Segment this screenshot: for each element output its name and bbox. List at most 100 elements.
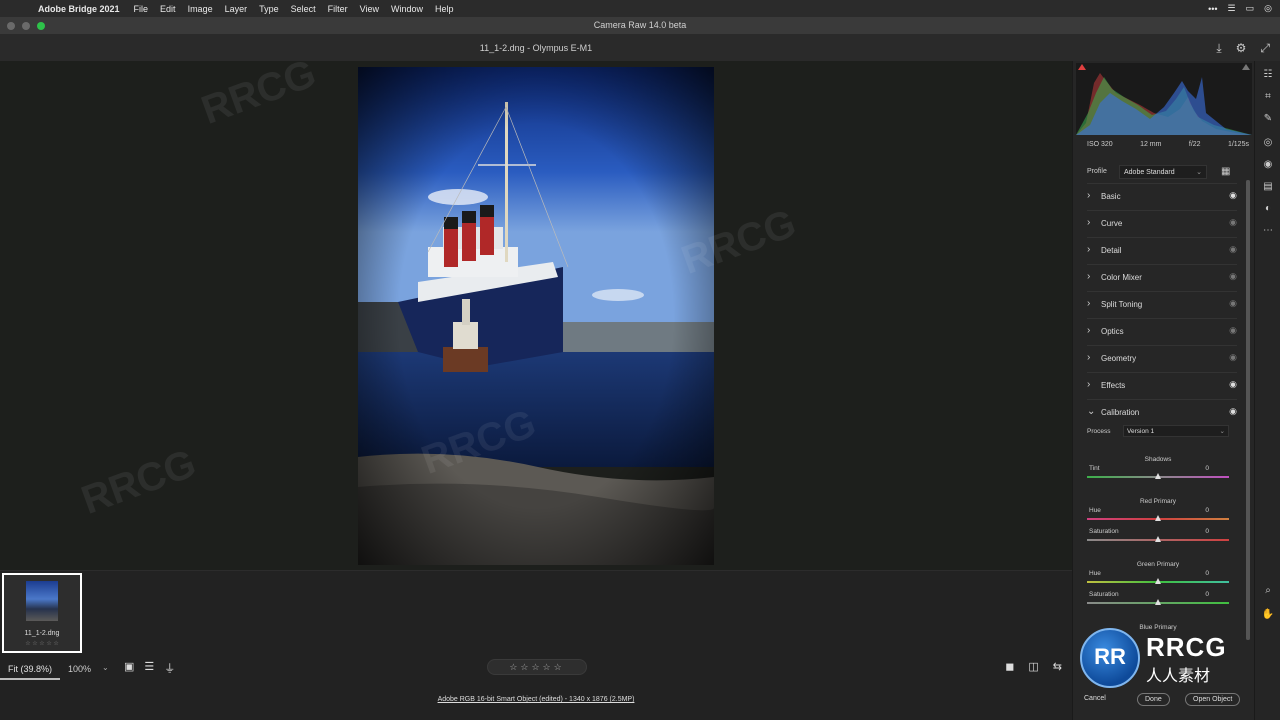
more-icon[interactable]: ••• <box>1208 4 1217 14</box>
visibility-eye-icon[interactable]: ◉ <box>1229 217 1237 228</box>
process-select[interactable]: Version 1 ⌄ <box>1123 425 1229 437</box>
visibility-eye-icon[interactable]: ◉ <box>1229 325 1237 336</box>
hand-tool-icon[interactable]: ✋ <box>1255 609 1280 620</box>
before-after-icon[interactable]: ◫ <box>1028 660 1038 673</box>
single-view-icon[interactable]: ◼ <box>1005 660 1014 673</box>
filter-icon[interactable]: ⏚ <box>164 660 175 676</box>
section-geometry[interactable]: › Geometry ◉ <box>1087 345 1237 369</box>
menu-filter[interactable]: Filter <box>328 4 348 14</box>
crop-icon[interactable]: ⌗ <box>1255 91 1280 102</box>
save-icon[interactable]: ⤓ <box>1216 41 1221 56</box>
slider-knob[interactable] <box>1155 515 1161 521</box>
thumbnail-name: 11_1-2.dng <box>24 630 60 637</box>
notification-icon[interactable]: ▭ <box>1246 3 1255 14</box>
slider-value[interactable]: 0 <box>1205 528 1209 535</box>
focal-length: 12 mm <box>1140 141 1162 148</box>
menu-view[interactable]: View <box>360 4 379 14</box>
zoom-100-button[interactable]: 100% <box>68 664 91 674</box>
tint-slider[interactable]: Tint 0 <box>1087 465 1229 485</box>
section-effects[interactable]: › Effects ◉ <box>1087 372 1237 396</box>
chevron-down-icon: ⌄ <box>1196 169 1202 176</box>
siri-icon[interactable]: ◎ <box>1264 3 1272 14</box>
exif-info: ISO 320 12 mm f/22 1/125s <box>1087 141 1249 148</box>
visibility-eye-icon[interactable]: ◉ <box>1229 379 1237 390</box>
rating-stars[interactable]: ☆☆☆☆☆ <box>487 659 587 675</box>
section-title: Calibration <box>1101 408 1140 417</box>
workflow-options-link[interactable]: Adobe RGB 16-bit Smart Object (edited) -… <box>0 696 1072 703</box>
menu-help[interactable]: Help <box>435 4 454 14</box>
menu-app-name[interactable]: Adobe Bridge 2021 <box>38 4 120 14</box>
menu-window[interactable]: Window <box>391 4 423 14</box>
histogram <box>1076 63 1252 135</box>
more-options-icon[interactable]: ⋯ <box>1255 225 1280 236</box>
snapshots-icon[interactable]: ▤ <box>1255 181 1280 192</box>
slider-value[interactable]: 0 <box>1205 591 1209 598</box>
profile-select[interactable]: Adobe Standard ⌄ <box>1119 165 1207 179</box>
visibility-eye-icon[interactable]: ◉ <box>1229 271 1237 282</box>
menu-type[interactable]: Type <box>259 4 279 14</box>
slider-value[interactable]: 0 <box>1205 465 1209 472</box>
settings-toggle-icon[interactable]: ⇆ <box>1053 660 1062 673</box>
green-saturation-slider[interactable]: Saturation 0 <box>1087 591 1229 611</box>
red-eye-icon[interactable]: ◉ <box>1255 159 1280 170</box>
menu-edit[interactable]: Edit <box>160 4 176 14</box>
slider-knob[interactable] <box>1155 473 1161 479</box>
masking-icon[interactable]: ◎ <box>1255 137 1280 148</box>
slider-knob[interactable] <box>1155 578 1161 584</box>
fullscreen-icon[interactable]: ⤢ <box>1260 41 1270 56</box>
slider-value[interactable]: 0 <box>1205 570 1209 577</box>
image-canvas[interactable]: ⚠ <box>0 61 1072 626</box>
visibility-eye-icon[interactable]: ◉ <box>1229 244 1237 255</box>
menu-image[interactable]: Image <box>188 4 213 14</box>
filmstrip-toggle-icon[interactable]: ▣ <box>124 660 134 676</box>
control-center-icon[interactable]: ☰ <box>1228 3 1236 14</box>
chevron-right-icon: › <box>1087 217 1091 228</box>
gear-icon[interactable]: ⚙ <box>1236 41 1247 56</box>
slider-value[interactable]: 0 <box>1205 507 1209 514</box>
menu-layer[interactable]: Layer <box>225 4 248 14</box>
logo-emblem: RR <box>1080 628 1140 688</box>
filmstrip-icons: ▣ ☰ ⏚ <box>124 660 175 676</box>
visibility-eye-icon[interactable]: ◉ <box>1229 406 1237 417</box>
red-saturation-slider[interactable]: Saturation 0 <box>1087 528 1229 548</box>
profile-value: Adobe Standard <box>1124 169 1175 176</box>
section-color-mixer[interactable]: › Color Mixer ◉ <box>1087 264 1237 288</box>
section-detail[interactable]: › Detail ◉ <box>1087 237 1237 261</box>
section-basic[interactable]: › Basic ◉ <box>1087 183 1237 207</box>
thumbnail-rating[interactable]: ☆ ☆ ☆ ☆ ☆ <box>4 640 80 647</box>
zoom-tool-icon[interactable]: ⌕ <box>1255 585 1280 596</box>
presets-icon[interactable]: ◐ <box>1255 203 1280 214</box>
panel-scrollbar[interactable] <box>1246 180 1250 640</box>
view-icons: ◼ ◫ ⇆ <box>1005 660 1062 673</box>
slider-knob[interactable] <box>1155 536 1161 542</box>
visibility-eye-icon[interactable]: ◉ <box>1229 298 1237 309</box>
slider-label: Tint <box>1089 465 1100 472</box>
section-calibration[interactable]: ⌄ Calibration ◉ <box>1087 399 1237 423</box>
chevron-right-icon: › <box>1087 271 1091 282</box>
healing-brush-icon[interactable]: ✎ <box>1255 113 1280 124</box>
visibility-eye-icon[interactable]: ◉ <box>1229 190 1237 201</box>
visibility-eye-icon[interactable]: ◉ <box>1229 352 1237 363</box>
section-curve[interactable]: › Curve ◉ <box>1087 210 1237 234</box>
profile-browser-icon[interactable]: ▦ <box>1221 166 1230 177</box>
logo-emblem-text: RR <box>1094 644 1126 669</box>
section-title: Optics <box>1101 327 1124 336</box>
red-hue-slider[interactable]: Hue 0 <box>1087 507 1229 527</box>
green-hue-slider[interactable]: Hue 0 <box>1087 570 1229 590</box>
shadow-clipping-icon[interactable] <box>1078 64 1086 70</box>
section-title: Effects <box>1101 381 1126 390</box>
section-optics[interactable]: › Optics ◉ <box>1087 318 1237 342</box>
zoom-dropdown-icon[interactable]: ⌄ <box>102 663 109 672</box>
filmstrip-thumbnail[interactable]: 11_1-2.dng ☆ ☆ ☆ ☆ ☆ <box>2 573 82 653</box>
zoom-fit-button[interactable]: Fit (39.8%) <box>0 658 60 680</box>
edit-sliders-icon[interactable]: ☷ <box>1255 69 1280 80</box>
menu-select[interactable]: Select <box>291 4 316 14</box>
section-split-toning[interactable]: › Split Toning ◉ <box>1087 291 1237 315</box>
highlight-clipping-icon[interactable] <box>1242 64 1250 70</box>
section-title: Basic <box>1101 192 1121 201</box>
sort-icon[interactable]: ☰ <box>144 660 154 676</box>
menu-file[interactable]: File <box>134 4 149 14</box>
section-title: Color Mixer <box>1101 273 1142 282</box>
scrollbar-thumb[interactable] <box>1246 180 1250 640</box>
slider-knob[interactable] <box>1155 599 1161 605</box>
